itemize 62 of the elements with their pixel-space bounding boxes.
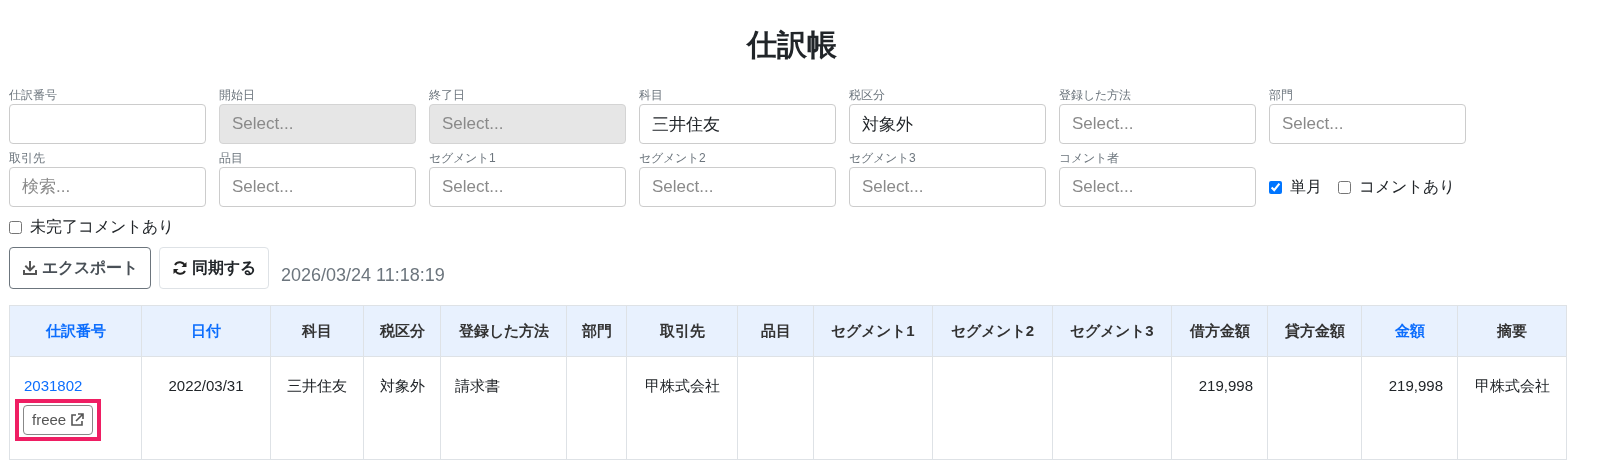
column-header: 科目 — [270, 305, 364, 357]
column-header: 借方金額 — [1171, 305, 1268, 357]
field-label: 登録した方法 — [1059, 89, 1132, 101]
table-cell: 219,998 — [1388, 377, 1443, 394]
checkbox-label: コメントあり — [1359, 177, 1455, 197]
field-label: 仕訳番号 — [9, 89, 58, 101]
column-header: 部門 — [566, 305, 627, 357]
external-link-icon — [70, 412, 85, 427]
input-field[interactable]: Select... — [429, 167, 626, 207]
timestamp: 2026/03/24 11:18:19 — [281, 264, 445, 287]
column-header: セグメント1 — [813, 305, 933, 357]
table-cell: 2022/03/31 — [168, 377, 244, 394]
column-header: セグメント3 — [1052, 305, 1172, 357]
column-header[interactable]: 日付 — [141, 305, 271, 357]
sync-button[interactable]: 同期する — [159, 247, 269, 289]
checkbox-label: 単月 — [1290, 177, 1322, 197]
field-label: 税区分 — [849, 89, 886, 101]
column-header: 品目 — [737, 305, 814, 357]
column-header: セグメント2 — [932, 305, 1053, 357]
page-title: 仕訳帳 — [745, 27, 838, 63]
table-cell: 請求書 — [455, 377, 500, 394]
field-label: 科目 — [639, 89, 664, 101]
table-cell: 219,998 — [1198, 377, 1253, 394]
column-header: 登録した方法 — [440, 305, 567, 357]
input-field[interactable] — [9, 104, 206, 144]
input-field[interactable]: Select... — [1059, 104, 1256, 144]
field-label: 終了日 — [429, 89, 466, 101]
entry-link[interactable]: 2031802 — [24, 375, 127, 398]
table-cell: 甲株式会社 — [1474, 377, 1550, 394]
input-field[interactable]: Select... — [1269, 104, 1466, 144]
field-label: 開始日 — [219, 89, 256, 101]
table-cell: 対象外 — [379, 377, 425, 394]
field-label: 部門 — [1269, 89, 1294, 101]
field-label: セグメント1 — [429, 152, 497, 164]
input-field[interactable]: 三井住友 — [639, 104, 836, 144]
table-cell: 三井住友 — [287, 377, 347, 394]
field-label: 取引先 — [9, 152, 46, 164]
checkbox[interactable] — [1338, 180, 1351, 194]
column-header[interactable]: 金額 — [1361, 305, 1458, 357]
field-label: コメント者 — [1059, 152, 1120, 164]
column-header: 取引先 — [626, 305, 738, 357]
column-header: 税区分 — [363, 305, 441, 357]
column-header[interactable]: 仕訳番号 — [9, 305, 142, 357]
checkbox[interactable] — [1269, 180, 1282, 194]
field-label: セグメント2 — [639, 152, 707, 164]
input-field[interactable]: 対象外 — [849, 104, 1046, 144]
input-field[interactable]: 検索... — [9, 167, 206, 207]
checkbox-label: 未完了コメントあり — [30, 217, 174, 237]
field-label: セグメント3 — [849, 152, 917, 164]
input-field[interactable]: Select... — [639, 167, 836, 207]
input-field[interactable]: Select... — [1059, 167, 1256, 207]
input-field[interactable]: Select... — [849, 167, 1046, 207]
refresh-icon — [172, 260, 188, 276]
table-cell: 甲株式会社 — [644, 377, 720, 394]
checkbox[interactable] — [9, 220, 22, 234]
input-field[interactable]: Select... — [219, 167, 416, 207]
freee-button[interactable]: freee — [23, 404, 94, 435]
column-header: 摘要 — [1457, 305, 1567, 357]
field-label: 品目 — [219, 152, 244, 164]
download-icon — [22, 260, 38, 276]
column-header: 貸方金額 — [1267, 305, 1362, 357]
export-button[interactable]: エクスポート — [9, 247, 151, 289]
